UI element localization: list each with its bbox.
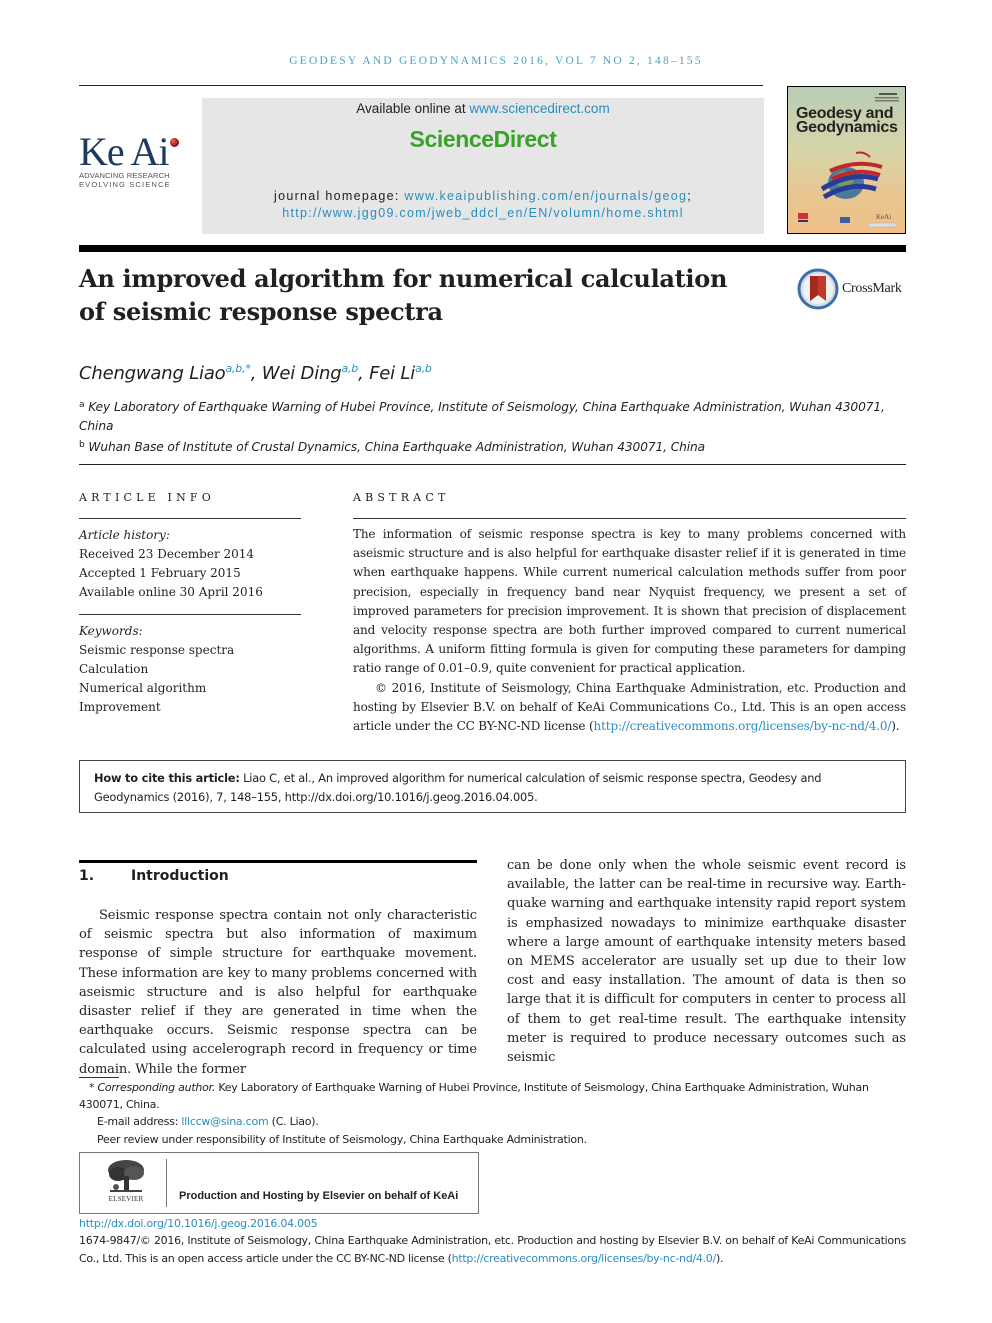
section-rule xyxy=(79,860,477,863)
cover-volume-block xyxy=(875,93,899,103)
elsevier-hosting-text: Production and Hosting by Elsevier on be… xyxy=(179,1190,459,1202)
article-title: An improved algorithm for numerical calc… xyxy=(79,262,779,328)
footnote-mark: * xyxy=(89,1081,95,1094)
journal-cover[interactable]: Geodesy and Geodynamics KeAi xyxy=(787,86,906,234)
homepage-link-jgg[interactable]: http://www.jgg09.com/jweb_ddcl_en/EN/vol… xyxy=(282,206,684,220)
affiliation-mark: b xyxy=(79,440,85,450)
keyword-item: Seismic response spectra xyxy=(79,643,235,657)
available-online-label: Available online at xyxy=(356,101,470,116)
footnote-rule xyxy=(79,1077,119,1078)
section-title: Introduction xyxy=(131,868,229,884)
author-affil-mark[interactable]: a,b xyxy=(415,362,432,375)
abstract-copyright: © 2016, Institute of Seismology, China E… xyxy=(353,679,906,737)
crossmark-label: CrossMark xyxy=(842,281,902,296)
email-link[interactable]: lllccw@sina.com xyxy=(181,1115,268,1128)
sciencedirect-link[interactable]: www.sciencedirect.com xyxy=(469,101,609,116)
doi-line: http://dx.doi.org/10.1016/j.geog.2016.04… xyxy=(79,1216,318,1232)
author-name[interactable]: Wei Ding xyxy=(262,363,342,384)
license-link[interactable]: http://creativecommons.org/licenses/by-n… xyxy=(594,719,892,733)
author-affil-mark[interactable]: a,b,* xyxy=(225,362,250,375)
cover-title: Geodesy and Geodynamics xyxy=(796,106,898,136)
elsevier-divider xyxy=(166,1159,167,1207)
crossmark-button[interactable]: CrossMark xyxy=(797,268,902,310)
affiliation-text: Key Laboratory of Earthquake Warning of … xyxy=(79,400,885,433)
author-name[interactable]: Fei Li xyxy=(369,363,415,384)
intro-paragraph-left: Seismic response spectra contain not onl… xyxy=(79,908,477,1077)
sciencedirect-banner: Available online at www.sciencedirect.co… xyxy=(202,98,764,234)
history-received: Received 23 December 2014 xyxy=(79,547,255,561)
email-note: E-mail address: lllccw@sina.com (C. Liao… xyxy=(79,1113,906,1130)
affiliation-rule xyxy=(79,464,906,465)
elsevier-logo: ELSEVIER xyxy=(96,1158,156,1208)
abstract-heading: ABSTRACT xyxy=(353,491,450,504)
affiliation-mark: a xyxy=(79,400,85,410)
keai-logo: Ke Ai ADVANCING RESEARCH EVOLVING SCIENC… xyxy=(79,132,189,203)
author-affil-mark[interactable]: a,b xyxy=(341,362,358,375)
available-online-line: Available online at www.sciencedirect.co… xyxy=(202,101,764,116)
affiliation-b: b Wuhan Base of Institute of Crustal Dyn… xyxy=(79,436,909,457)
title-rule xyxy=(79,245,906,252)
sciencedirect-brand: ScienceDirect xyxy=(409,126,557,152)
abstract-copyright-suffix: ). xyxy=(891,719,900,734)
homepage-separator: ; xyxy=(687,189,692,203)
keai-tagline-2: EVOLVING SCIENCE xyxy=(79,180,171,189)
peer-review-note: Peer review under responsibility of Inst… xyxy=(97,1132,587,1146)
section-heading-introduction: 1. Introduction xyxy=(79,868,229,884)
affiliation-text: Wuhan Base of Institute of Crustal Dynam… xyxy=(88,440,706,454)
abstract-body: The information of seismic response spec… xyxy=(353,527,906,676)
keai-dot-icon xyxy=(170,138,179,147)
author-list: Chengwang Liaoa,b,*, Wei Dinga,b, Fei Li… xyxy=(79,362,432,384)
history-accepted: Accepted 1 February 2015 xyxy=(79,566,241,580)
abstract-text: The information of seismic response spec… xyxy=(353,525,906,736)
cover-title-line-2: Geodynamics xyxy=(796,119,898,136)
elsevier-logo-word: ELSEVIER xyxy=(108,1195,144,1203)
header-rule xyxy=(79,85,763,86)
cover-footer-logos: KeAi xyxy=(798,213,897,228)
doi-link[interactable]: http://dx.doi.org/10.1016/j.geog.2016.04… xyxy=(79,1217,318,1230)
affiliation-a: a Key Laboratory of Earthquake Warning o… xyxy=(79,396,909,436)
article-info-heading: ARTICLE INFO xyxy=(79,491,215,504)
keywords-label: Keywords: xyxy=(79,624,143,638)
article-title-line-2: of seismic response spectra xyxy=(79,297,443,326)
article-title-line-1: An improved algorithm for numerical calc… xyxy=(79,264,728,293)
how-to-cite-label: How to cite this article: xyxy=(94,771,240,785)
section-number: 1. xyxy=(79,868,95,884)
elsevier-hosting-box: ELSEVIER Production and Hosting by Elsev… xyxy=(79,1152,479,1214)
how-to-cite-box: How to cite this article: Liao C, et al.… xyxy=(79,760,906,813)
keyword-item: Calculation xyxy=(79,662,149,676)
keywords-rule xyxy=(79,614,301,615)
running-head: Geodesy and Geodynamics 2016, vol 7 no 2… xyxy=(289,55,703,67)
cover-publisher-mark: KeAi xyxy=(876,213,891,221)
elsevier-tree-icon xyxy=(108,1160,144,1192)
author-name[interactable]: Chengwang Liao xyxy=(79,363,226,384)
article-history-label: Article history: xyxy=(79,528,170,542)
keyword-item: Numerical algorithm xyxy=(79,681,207,695)
article-history: Article history: Received 23 December 20… xyxy=(79,526,263,602)
globe-illustration-icon xyxy=(820,151,883,200)
homepage-label: journal homepage: xyxy=(274,189,405,203)
footer-license-link[interactable]: http://creativecommons.org/licenses/by-n… xyxy=(452,1252,717,1265)
email-label: E-mail address: xyxy=(97,1115,182,1129)
corresponding-label: Corresponding author. xyxy=(97,1081,216,1094)
email-suffix: (C. Liao). xyxy=(268,1115,319,1129)
history-available: Available online 30 April 2016 xyxy=(79,585,263,599)
footer-copyright-suffix: ). xyxy=(715,1251,724,1265)
affiliations: a Key Laboratory of Earthquake Warning o… xyxy=(79,396,909,457)
keywords: Keywords: Seismic response spectra Calcu… xyxy=(79,622,234,717)
author-separator: , xyxy=(250,363,262,384)
footer-copyright: 1674-9847/© 2016, Institute of Seismolog… xyxy=(79,1232,906,1267)
footnotes: * Corresponding author. Key Laboratory o… xyxy=(79,1079,906,1148)
corresponding-author-note: * Corresponding author. Key Laboratory o… xyxy=(79,1079,906,1113)
journal-homepage: journal homepage: www.keaipublishing.com… xyxy=(202,188,764,222)
author-separator: , xyxy=(358,363,370,384)
homepage-link-keai[interactable]: www.keaipublishing.com/en/journals/geog xyxy=(404,189,687,203)
article-info-rule xyxy=(79,518,301,519)
crossmark-icon xyxy=(797,268,839,310)
intro-paragraph-right: can be done only when the whole seismic … xyxy=(507,858,906,1066)
abstract-rule xyxy=(353,518,906,519)
keyword-item: Improvement xyxy=(79,700,161,714)
